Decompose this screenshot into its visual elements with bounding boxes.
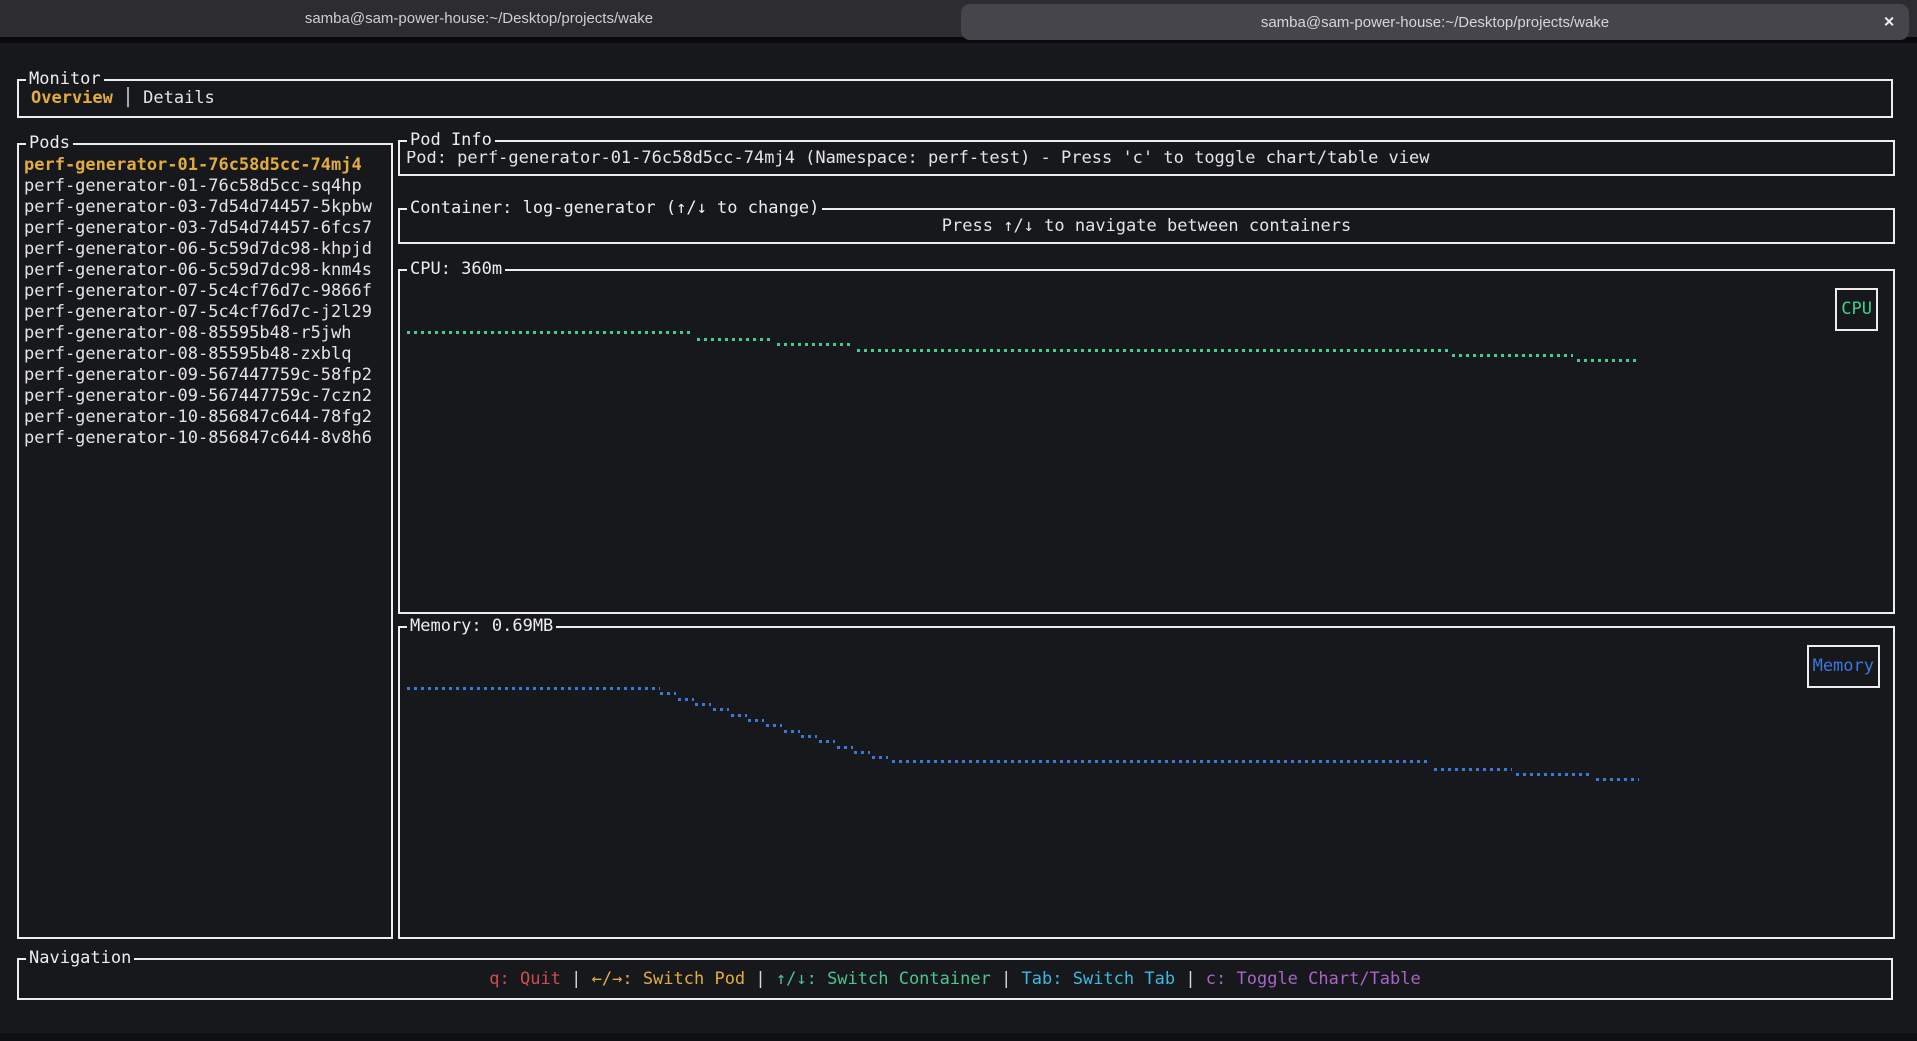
memory-line-segment (1516, 773, 1592, 776)
memory-line-segment (1434, 768, 1512, 771)
nav-separator: | (561, 969, 592, 990)
navigation-panel-label: Navigation (26, 948, 134, 969)
navigation-panel: Navigation q: Quit | ←/→: Switch Pod | ↑… (17, 958, 1893, 1000)
pod-info-text: Pod: perf-generator-01-76c58d5cc-74mj4 (… (400, 142, 1893, 174)
cpu-panel: CPU: 360m CPU (398, 269, 1895, 614)
cpu-line-segment (407, 331, 692, 334)
cpu-line-segment (697, 338, 774, 341)
terminal-tab-title: samba@sam-power-house:~/Desktop/projects… (1261, 14, 1609, 31)
nav-separator: | (745, 969, 776, 990)
monitor-tabs: Overview │ Details (19, 81, 1891, 116)
terminal-tab[interactable]: samba@sam-power-house:~/Desktop/projects… (961, 4, 1909, 40)
tab-separator: │ (123, 88, 133, 109)
window-title: samba@sam-power-house:~/Desktop/projects… (305, 10, 653, 27)
memory-line-segment (819, 740, 835, 743)
cpu-line-segment (1452, 354, 1573, 357)
pod-list-item[interactable]: perf-generator-07-5c4cf76d7c-j2l29 (24, 302, 391, 323)
memory-chart (400, 628, 1893, 937)
pod-list-item[interactable]: perf-generator-03-7d54d74457-5kpbw (24, 197, 391, 218)
memory-line-segment (784, 730, 800, 733)
memory-line-segment (695, 703, 711, 706)
memory-line-segment (748, 719, 764, 722)
pod-list-item[interactable]: perf-generator-01-76c58d5cc-74mj4 (24, 155, 391, 176)
tab-overview[interactable]: Overview (31, 88, 113, 109)
cpu-legend-badge: CPU (1835, 288, 1878, 331)
pod-list: perf-generator-01-76c58d5cc-74mj4perf-ge… (19, 145, 391, 449)
monitor-panel-label: Monitor (26, 69, 104, 90)
pod-list-item[interactable]: perf-generator-03-7d54d74457-6fcs7 (24, 218, 391, 239)
monitor-panel: Monitor Overview │ Details (17, 79, 1893, 118)
tab-close-icon[interactable]: ✕ (1883, 14, 1895, 31)
memory-line-segment (837, 746, 853, 749)
memory-legend-label: Memory (1813, 656, 1874, 676)
memory-panel: Memory: 0.69MB Memory (398, 626, 1895, 939)
cpu-line-segment (777, 343, 852, 346)
navigation-hints: q: Quit | ←/→: Switch Pod | ↑/↓: Switch … (19, 960, 1891, 998)
tab-details[interactable]: Details (143, 88, 215, 109)
nav-hint-switch-pod: ←/→: Switch Pod (592, 969, 746, 990)
pod-list-item[interactable]: perf-generator-09-567447759c-7czn2 (24, 386, 391, 407)
memory-line-segment (872, 756, 888, 759)
nav-hint-switch-container: ↑/↓: Switch Container (776, 969, 991, 990)
cpu-chart (400, 271, 1893, 612)
pod-list-item[interactable]: perf-generator-08-85595b48-zxblq (24, 344, 391, 365)
nav-separator: | (991, 969, 1022, 990)
nav-hint-switch-tab: Tab: Switch Tab (1022, 969, 1176, 990)
memory-line-segment (731, 714, 747, 717)
pod-info-panel-label: Pod Info (407, 130, 495, 151)
cpu-legend-label: CPU (1841, 299, 1872, 319)
bottom-edge (0, 1033, 1917, 1041)
memory-line-segment (713, 708, 729, 711)
memory-line-segment (1596, 778, 1639, 781)
nav-hint-toggle-chart-table: c: Toggle Chart/Table (1206, 969, 1421, 990)
memory-line-segment (660, 692, 676, 695)
memory-line-segment (407, 687, 660, 690)
container-panel: Container: log-generator (↑/↓ to change)… (398, 208, 1895, 244)
terminal-tab-bar: samba@sam-power-house:~/Desktop/projects… (0, 0, 1917, 43)
nav-hint-quit: q: Quit (489, 969, 561, 990)
pod-list-item[interactable]: perf-generator-10-856847c644-8v8h6 (24, 428, 391, 449)
pod-list-item[interactable]: perf-generator-01-76c58d5cc-sq4hp (24, 176, 391, 197)
memory-line-segment (766, 724, 782, 727)
memory-line-segment (892, 760, 1430, 763)
pod-list-item[interactable]: perf-generator-07-5c4cf76d7c-9866f (24, 281, 391, 302)
nav-separator: | (1175, 969, 1206, 990)
pod-list-item[interactable]: perf-generator-08-85595b48-r5jwh (24, 323, 391, 344)
pod-info-panel: Pod Info Pod: perf-generator-01-76c58d5c… (398, 140, 1895, 176)
pod-list-item[interactable]: perf-generator-09-567447759c-58fp2 (24, 365, 391, 386)
pods-panel: Pods perf-generator-01-76c58d5cc-74mj4pe… (17, 143, 393, 939)
pods-panel-label: Pods (26, 133, 73, 154)
memory-legend-badge: Memory (1807, 645, 1880, 688)
cpu-line-segment (1577, 359, 1636, 362)
memory-line-segment (678, 698, 694, 701)
terminal-window: samba@sam-power-house:~/Desktop/projects… (0, 0, 1917, 1041)
container-panel-label: Container: log-generator (↑/↓ to change) (407, 198, 822, 219)
pod-list-item[interactable]: perf-generator-06-5c59d7dc98-khpjd (24, 239, 391, 260)
memory-line-segment (801, 735, 817, 738)
window-title-area: samba@sam-power-house:~/Desktop/projects… (0, 0, 958, 37)
pod-list-item[interactable]: perf-generator-06-5c59d7dc98-knm4s (24, 260, 391, 281)
pod-list-item[interactable]: perf-generator-10-856847c644-78fg2 (24, 407, 391, 428)
memory-line-segment (854, 751, 870, 754)
cpu-line-segment (857, 349, 1449, 352)
